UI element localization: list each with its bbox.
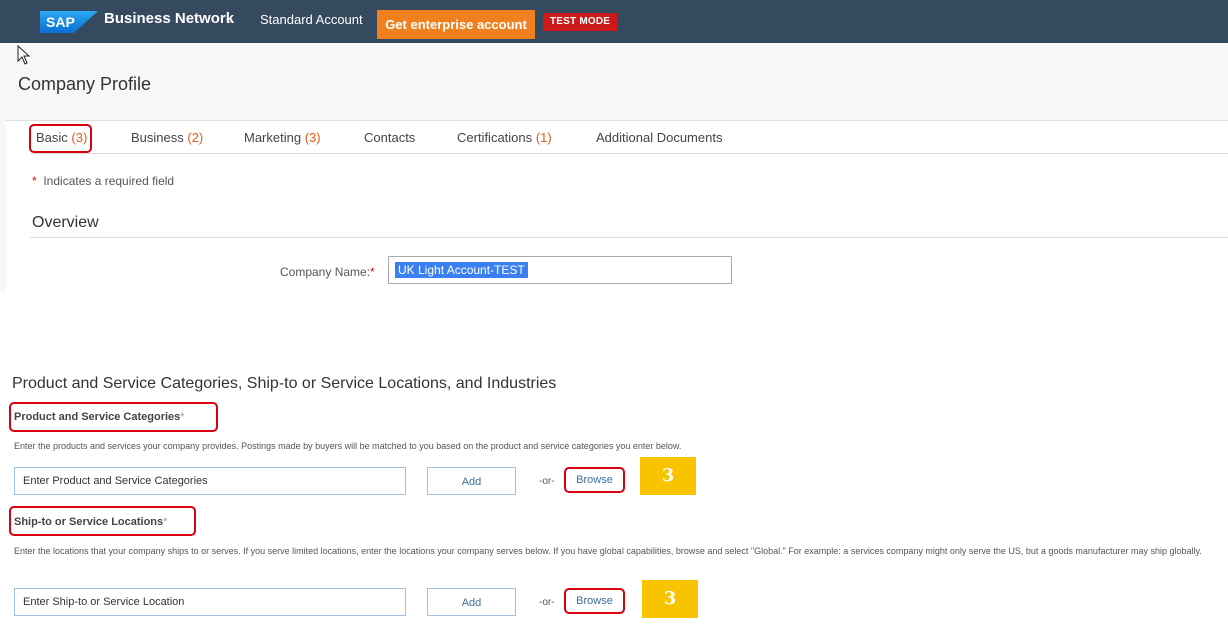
product-categories-input[interactable]: Enter Product and Service Categories	[14, 467, 406, 495]
tab-marketing[interactable]: Marketing (3)	[244, 130, 321, 145]
add-ship-to-location-button[interactable]: Add	[427, 588, 516, 616]
tab-label: Business	[131, 130, 184, 145]
ship-to-locations-description: Enter the locations that your company sh…	[14, 546, 1202, 556]
company-name-label-text: Company Name:	[280, 265, 371, 279]
categories-section-title: Product and Service Categories, Ship-to …	[12, 375, 557, 392]
add-product-category-button[interactable]: Add	[427, 467, 516, 495]
mouse-pointer-icon	[17, 45, 31, 65]
tab-count: (3)	[304, 130, 321, 145]
tab-business[interactable]: Business (2)	[131, 130, 203, 145]
tab-contacts[interactable]: Contacts	[364, 130, 415, 145]
step-3-badge: 3	[640, 457, 696, 495]
basic-tab-highlight	[29, 124, 92, 153]
tab-label: Certifications	[457, 130, 533, 145]
business-network-menu[interactable]: Business Network	[104, 10, 234, 27]
ship-heading-highlight	[9, 506, 196, 536]
chevron-down-icon[interactable]: ⌄	[224, 12, 234, 26]
test-mode-badge: TEST MODE	[543, 13, 618, 31]
account-type-label: Standard Account	[260, 12, 363, 27]
tab-additional-documents[interactable]: Additional Documents	[596, 130, 722, 145]
ship-to-locations-input[interactable]: Enter Ship-to or Service Location	[14, 588, 406, 616]
tab-label: Additional Documents	[596, 130, 723, 145]
tab-divider	[30, 153, 1228, 154]
or-separator: -or-	[539, 476, 555, 487]
browse-product-categories-button[interactable]: Browse	[564, 467, 625, 493]
product-categories-description: Enter the products and services your com…	[14, 441, 682, 451]
browse-ship-to-locations-button[interactable]: Browse	[564, 588, 625, 614]
page-title: Company Profile	[18, 74, 152, 94]
sap-logo[interactable]: SAP	[40, 11, 98, 33]
or-separator: -or-	[539, 597, 555, 608]
product-heading-highlight	[9, 402, 218, 432]
step-3-badge: 3	[642, 580, 698, 618]
get-enterprise-account-button[interactable]: Get enterprise account	[377, 10, 535, 39]
required-star: *	[32, 174, 37, 188]
company-name-value: UK Light Account-TEST	[395, 262, 528, 278]
required-star: *	[370, 265, 375, 279]
company-name-input[interactable]: UK Light Account-TEST	[388, 256, 732, 284]
tab-count: (1)	[535, 130, 552, 145]
tab-label: Marketing	[244, 130, 302, 145]
overview-heading: Overview	[32, 214, 99, 231]
sap-logo-text: SAP	[46, 14, 75, 30]
overview-divider	[30, 237, 1228, 238]
tab-count: (2)	[187, 130, 204, 145]
required-note-text: Indicates a required field	[43, 174, 175, 188]
company-name-label: Company Name:*	[280, 265, 375, 279]
tab-certifications[interactable]: Certifications (1)	[457, 130, 552, 145]
required-field-note: * Indicates a required field	[32, 174, 174, 188]
tab-label: Contacts	[364, 130, 416, 145]
